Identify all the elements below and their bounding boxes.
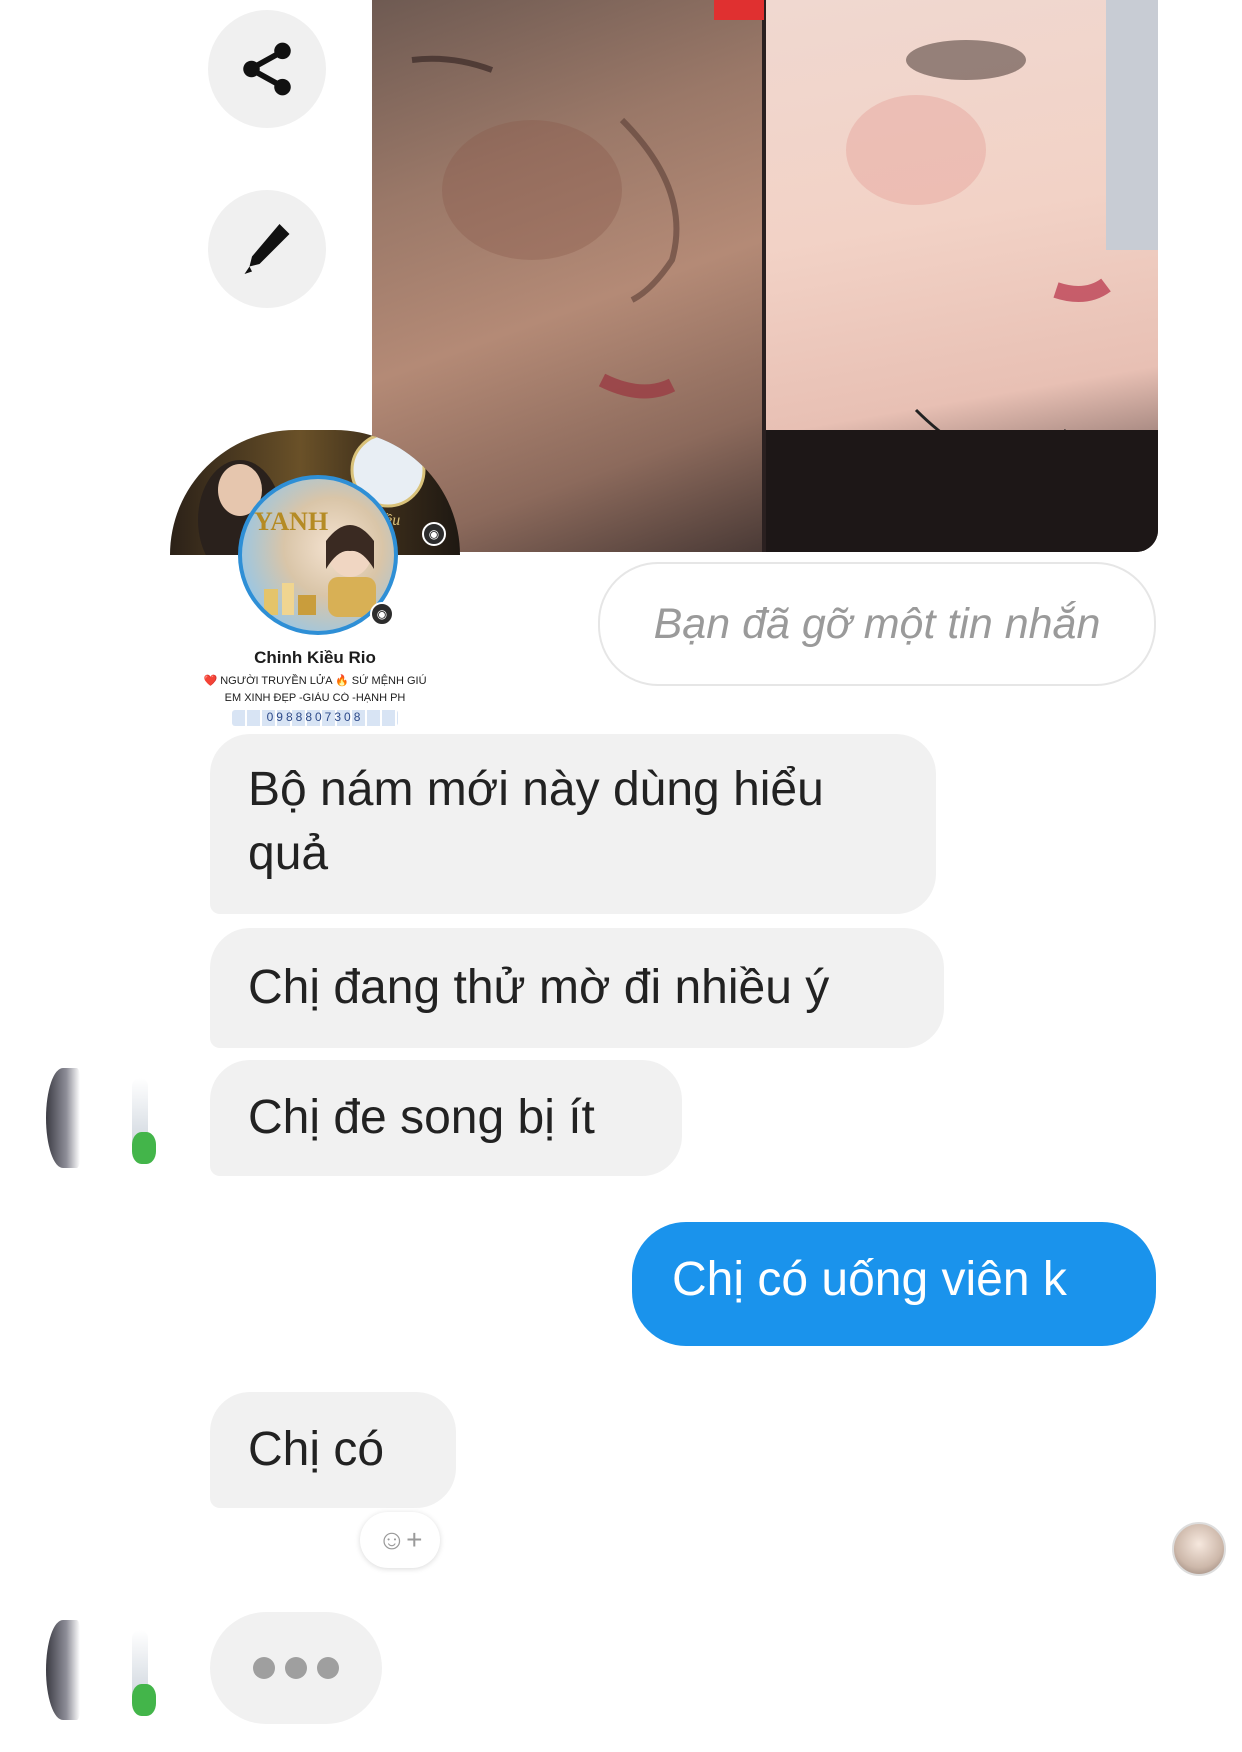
share-button[interactable] [208,10,326,128]
profile-bio-line-1: ❤️ NGƯỜI TRUYỀN LỬA 🔥 SỨ MỆNH GIÚ [203,675,427,687]
seen-receipt-avatar [1172,1522,1226,1576]
sender-avatar[interactable] [46,1058,176,1178]
add-reaction-button[interactable]: ☺+ [360,1512,440,1568]
profile-name: Chinh Kiều Rio [254,648,376,667]
add-reaction-icon: ☺+ [377,1524,423,1555]
removed-message-notice: Bạn đã gỡ một tin nhắn [598,562,1156,686]
online-status-dot [132,1684,156,1716]
photo-red-label [714,0,764,20]
received-message-4[interactable]: Chị có [210,1392,456,1508]
after-face-image [766,0,1158,552]
shared-photo[interactable] [372,0,1158,552]
profile-phone: 0988807308 [232,710,398,726]
received-message-1[interactable]: Bộ nám mới này dùng hiểu quả [210,734,936,914]
profile-card[interactable]: Kiều ◉ YANH ◉ Chinh Kiều Rio ❤️ NGƯỜI TR… [170,430,460,730]
received-message-2[interactable]: Chị đang thử mờ đi nhiều ý [210,928,944,1048]
share-icon [243,42,291,96]
received-message-3[interactable]: Chị đe song bị ít [210,1060,682,1176]
edit-button[interactable] [208,190,326,308]
typing-indicator [210,1612,382,1724]
sent-message-1[interactable]: Chị có uống viên k [632,1222,1156,1346]
online-status-dot [132,1132,156,1164]
sender-avatar-typing[interactable] [46,1610,176,1730]
avatar-camera-icon[interactable]: ◉ [370,602,394,626]
pencil-icon [244,224,290,274]
cover-camera-icon[interactable]: ◉ [422,522,446,546]
profile-bio-line-2: EM XINH ĐẸP -GIÀU CÓ -HẠNH PH [224,692,406,704]
